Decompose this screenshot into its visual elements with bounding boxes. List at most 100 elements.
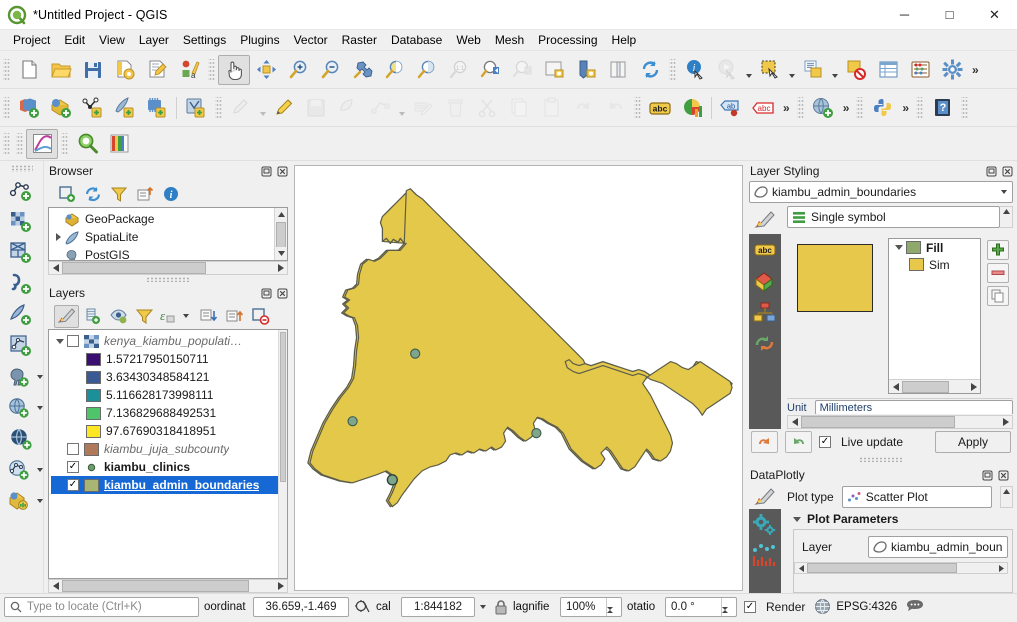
- add-vector-layer-side-button[interactable]: [3, 175, 41, 206]
- expand-all-icon[interactable]: [196, 305, 221, 328]
- plot-parameters-header[interactable]: Plot Parameters: [787, 509, 1013, 529]
- magnifier-value-field[interactable]: 100%: [560, 596, 622, 622]
- deselect-features-button[interactable]: [840, 55, 872, 85]
- toolbar-overflow-3[interactable]: »: [839, 101, 854, 115]
- remove-symbol-layer-icon[interactable]: [987, 263, 1009, 283]
- add-delimited-text-layer-button[interactable]: [109, 93, 141, 123]
- new-project-button[interactable]: [13, 55, 45, 85]
- float-panel-icon[interactable]: [260, 165, 273, 178]
- toolbar-grip[interactable]: [796, 96, 804, 119]
- add-mesh-layer-side-button[interactable]: [3, 237, 41, 268]
- diagrams-icon[interactable]: [752, 300, 778, 324]
- toolbar-grip[interactable]: [16, 132, 23, 155]
- menu-vector[interactable]: Vector: [287, 31, 335, 50]
- toolbar-grip[interactable]: [3, 96, 10, 119]
- cut-features-button[interactable]: [471, 93, 503, 123]
- scroll-up-arrow[interactable]: [275, 208, 287, 221]
- pin-labels-button[interactable]: ab: [715, 93, 747, 123]
- add-wfs-layer-side-button[interactable]: [3, 423, 41, 454]
- refresh-map-button[interactable]: [634, 55, 666, 85]
- render-control[interactable]: ✓ Render: [744, 600, 805, 614]
- pan-map-button[interactable]: [218, 54, 250, 85]
- labels-abc-icon[interactable]: abc: [752, 238, 778, 262]
- toggle-editing-button[interactable]: [268, 93, 300, 123]
- style-manager-button[interactable]: a: [173, 55, 205, 85]
- new-print-layout-button[interactable]: [141, 55, 173, 85]
- save-project-as-button[interactable]: [109, 55, 141, 85]
- remove-layer-icon[interactable]: [248, 305, 273, 328]
- messages-bubble-icon[interactable]: [906, 599, 924, 614]
- plot-preview-chart-icon[interactable]: [752, 543, 778, 567]
- maximize-button[interactable]: □: [927, 0, 972, 30]
- menu-web[interactable]: Web: [449, 31, 487, 50]
- menu-layer[interactable]: Layer: [132, 31, 176, 50]
- menu-project[interactable]: Project: [6, 31, 57, 50]
- close-panel-icon[interactable]: [1001, 165, 1014, 178]
- symbol-layers-tree[interactable]: Fill Sim: [888, 238, 981, 394]
- current-edits-dropdown[interactable]: [257, 93, 268, 123]
- qgis-resource-sharing-button[interactable]: [103, 129, 135, 159]
- run-feature-action-button[interactable]: [711, 55, 743, 85]
- layer-row-raster[interactable]: kenya_kiambu_population_de: [51, 332, 277, 350]
- zoom-out-button[interactable]: [314, 55, 346, 85]
- add-vector-layer-button[interactable]: [13, 93, 45, 123]
- add-symbol-layer-icon[interactable]: [987, 240, 1009, 260]
- vertex-tool-dropdown[interactable]: [396, 93, 407, 123]
- properties-info-icon[interactable]: i: [158, 183, 183, 206]
- toolbar-overflow-2[interactable]: »: [779, 101, 794, 115]
- add-wms-layer-side-button[interactable]: [1, 392, 39, 423]
- float-panel-icon[interactable]: [981, 469, 994, 482]
- browser-item-spatialite[interactable]: SpatiaLite: [49, 228, 273, 246]
- web-toolbar-button[interactable]: [807, 93, 839, 123]
- plot-params-hscroll[interactable]: [794, 562, 1008, 574]
- undo-arrow-icon[interactable]: [751, 431, 778, 453]
- toolbar-grip[interactable]: [856, 96, 864, 119]
- browser-item-geopackage[interactable]: GeoPackage: [49, 210, 273, 228]
- add-group-icon[interactable]: [80, 305, 105, 328]
- toolbar-grip[interactable]: [3, 58, 10, 81]
- zoom-next-button[interactable]: [506, 55, 538, 85]
- new-layout-view-button[interactable]: [602, 55, 634, 85]
- toolbar-grip[interactable]: [10, 165, 33, 172]
- python-console-button[interactable]: [866, 93, 898, 123]
- browser-tree[interactable]: GeoPackage SpatiaLite PostGIS: [48, 207, 288, 261]
- expander[interactable]: [892, 245, 906, 250]
- menu-settings[interactable]: Settings: [176, 31, 233, 50]
- open-project-button[interactable]: [45, 55, 77, 85]
- browser-horizontal-scrollbar[interactable]: [48, 261, 288, 275]
- filter-legend-icon[interactable]: [132, 305, 157, 328]
- menu-raster[interactable]: Raster: [335, 31, 384, 50]
- scroll-left-arrow[interactable]: [49, 262, 62, 274]
- highlight-labels-button[interactable]: abc: [747, 93, 779, 123]
- render-checkbox[interactable]: ✓: [744, 600, 756, 613]
- browser-item-postgis[interactable]: PostGIS: [49, 246, 273, 260]
- layer-visibility-checkbox[interactable]: ✓: [67, 461, 79, 473]
- styling-horizontal-scrollbar[interactable]: [787, 415, 1013, 429]
- add-virtual-layer-side-button[interactable]: [3, 330, 41, 361]
- data-plotly-button[interactable]: [26, 128, 58, 159]
- pan-to-selection-button[interactable]: [250, 55, 282, 85]
- minimize-button[interactable]: ─: [882, 0, 927, 30]
- add-delimited-text-side-button[interactable]: [3, 268, 41, 299]
- vertex-tool-button[interactable]: [364, 93, 396, 123]
- scroll-down-arrow[interactable]: [275, 247, 287, 260]
- menu-plugins[interactable]: Plugins: [233, 31, 286, 50]
- close-panel-icon[interactable]: [276, 287, 289, 300]
- unit-selector[interactable]: Millimeters: [814, 400, 1013, 414]
- diagram-button[interactable]: [676, 93, 708, 123]
- coordinate-capture-icon[interactable]: [354, 598, 371, 615]
- add-postgis-layer-side-button[interactable]: [1, 361, 39, 392]
- scale-value[interactable]: 1:844182: [401, 596, 475, 617]
- layer-row-admin-boundaries[interactable]: ✓ kiambu_admin_boundaries: [51, 476, 287, 494]
- styling-vertical-scrollbar[interactable]: [1000, 206, 1013, 228]
- filter-legend-dropdown[interactable]: [177, 305, 195, 328]
- undo-button[interactable]: [567, 93, 599, 123]
- add-raster-layer-side-button[interactable]: [3, 206, 41, 237]
- add-spatialite-layer-button[interactable]: [141, 93, 173, 123]
- menu-edit[interactable]: Edit: [57, 31, 92, 50]
- map-canvas[interactable]: [294, 165, 743, 591]
- search-qms-button[interactable]: [71, 129, 103, 159]
- layer-visibility-checkbox[interactable]: ✓: [67, 479, 79, 491]
- magnifier-stepper[interactable]: [606, 597, 621, 622]
- select-by-value-dropdown[interactable]: [829, 55, 840, 85]
